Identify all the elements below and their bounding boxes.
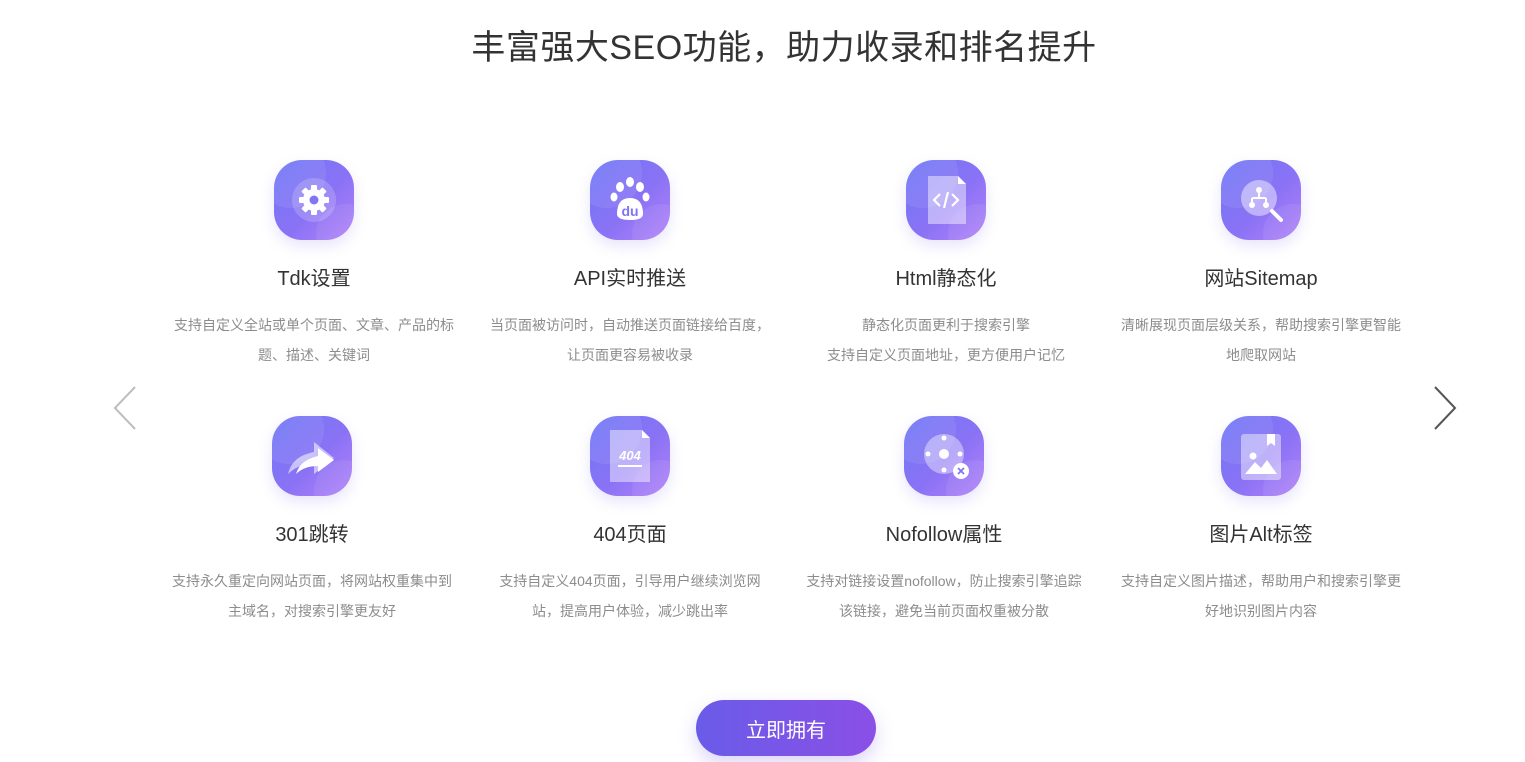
feature-card-301: 301跳转 支持永久重定向网站页面，将网站权重集中到主域名，对搜索引擎更友好	[162, 416, 462, 626]
feature-card-404: 404 404页面 支持自定义404页面，引导用户继续浏览网站，提高用户体验，减…	[480, 416, 780, 626]
feature-title: 网站Sitemap	[1204, 268, 1318, 290]
feature-description-line: 支持自定义页面地址，更方便用户记忆	[827, 347, 1065, 363]
feature-description: 支持自定义全站或单个页面、文章、产品的标题、描述、关键词	[174, 317, 454, 363]
feature-description: 支持自定义404页面，引导用户继续浏览网站，提高用户体验，减少跳出率	[499, 573, 761, 619]
feature-title: 404页面	[593, 524, 667, 546]
section-title: 丰富强大SEO功能，助力收录和排名提升	[471, 29, 1097, 67]
svg-text:du: du	[621, 203, 638, 219]
chevron-left-icon	[113, 386, 136, 430]
baidu-paw-icon: du	[590, 160, 670, 240]
feature-description-line: 静态化页面更利于搜索引擎	[862, 317, 1030, 333]
prev-arrow-button[interactable]	[110, 384, 140, 432]
feature-title: 图片Alt标签	[1209, 524, 1313, 546]
feature-title: Html静态化	[895, 268, 997, 290]
feature-title: Nofollow属性	[885, 524, 1003, 546]
get-now-button[interactable]: 立即拥有	[696, 700, 876, 756]
feature-card-tdk: Tdk设置 支持自定义全站或单个页面、文章、产品的标题、描述、关键词	[164, 160, 464, 370]
code-file-icon	[906, 160, 986, 240]
nofollow-target-icon	[904, 416, 984, 496]
sitemap-search-icon	[1221, 160, 1301, 240]
image-alt-icon	[1221, 416, 1301, 496]
gear-icon	[274, 160, 354, 240]
feature-card-image-alt: 图片Alt标签 支持自定义图片描述，帮助用户和搜索引擎更好地识别图片内容	[1111, 416, 1411, 626]
feature-title: 301跳转	[275, 524, 349, 546]
feature-card-nofollow: Nofollow属性 支持对链接设置nofollow，防止搜索引擎追踪该链接，避…	[794, 416, 1094, 626]
404-icon-label: 404	[618, 448, 641, 463]
feature-description: 清晰展现页面层级关系，帮助搜索引擎更智能地爬取网站	[1121, 317, 1401, 363]
feature-card-html-static: Html静态化 静态化页面更利于搜索引擎 支持自定义页面地址，更方便用户记忆	[796, 160, 1096, 370]
feature-description: 支持自定义图片描述，帮助用户和搜索引擎更好地识别图片内容	[1121, 573, 1401, 619]
feature-title: API实时推送	[573, 268, 687, 290]
feature-description: 支持对链接设置nofollow，防止搜索引擎追踪该链接，避免当前页面权重被分散	[806, 573, 1082, 619]
feature-description: 当页面被访问时，自动推送页面链接给百度，让页面更容易被收录	[490, 317, 770, 363]
next-arrow-button[interactable]	[1430, 384, 1460, 432]
feature-description: 支持永久重定向网站页面，将网站权重集中到主域名，对搜索引擎更友好	[172, 573, 452, 619]
chevron-right-icon	[1434, 386, 1457, 430]
feature-card-sitemap: 网站Sitemap 清晰展现页面层级关系，帮助搜索引擎更智能地爬取网站	[1111, 160, 1411, 370]
404-file-icon: 404	[590, 416, 670, 496]
redirect-arrow-icon	[272, 416, 352, 496]
feature-title: Tdk设置	[277, 268, 351, 290]
feature-card-api-push: du API实时推送 当页面被访问时，自动推送页面链接给百度，让页面更容易被收录	[480, 160, 780, 370]
feature-description: 静态化页面更利于搜索引擎 支持自定义页面地址，更方便用户记忆	[806, 310, 1086, 370]
